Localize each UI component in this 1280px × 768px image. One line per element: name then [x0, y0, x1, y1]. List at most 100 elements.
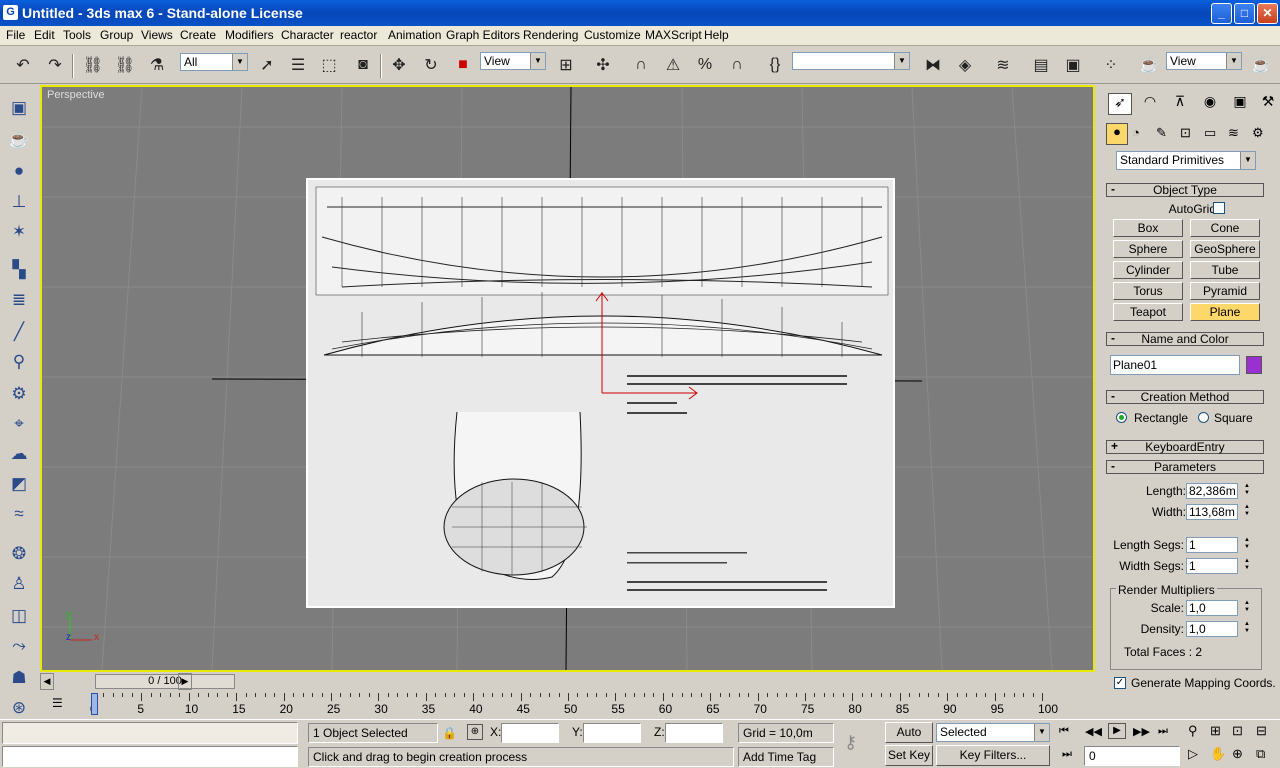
select-and-move-icon[interactable]: ✥ [386, 52, 412, 78]
cameras-category-icon[interactable]: ⊡ [1180, 125, 1191, 141]
tube-button[interactable]: Tube [1190, 261, 1260, 279]
maximize-viewport-icon[interactable]: ⧉ [1256, 746, 1265, 762]
y-coordinate-field[interactable] [583, 723, 641, 743]
creation-method-rollout[interactable]: - Creation Method [1106, 390, 1264, 404]
category-dropdown[interactable]: Standard Primitives ▼ [1116, 151, 1256, 170]
biped-icon[interactable]: ♙ [6, 571, 32, 597]
lights-category-icon[interactable]: ✎ [1156, 125, 1167, 141]
app-icon[interactable]: G [3, 5, 18, 20]
space-warp-icon[interactable]: ⌖ [6, 411, 32, 437]
create-box-icon[interactable]: ▣ [6, 95, 32, 121]
autogrid-checkbox[interactable] [1213, 202, 1225, 214]
density-spinner-icon[interactable]: ▲ ▼ [1242, 621, 1252, 637]
lock-icon[interactable]: 🔒 [442, 726, 457, 740]
zoom-all-icon[interactable]: ⊞ [1210, 723, 1221, 739]
go-to-end-icon[interactable]: ⏭ [1158, 725, 1168, 738]
menu-file[interactable]: File [6, 28, 25, 42]
wave-icon[interactable]: ≈ [6, 501, 32, 527]
next-frame-arrow-icon[interactable]: ▶ [178, 673, 192, 690]
display-tab-icon[interactable]: ▣ [1228, 93, 1252, 115]
set-key-button[interactable]: Set Key [885, 745, 933, 766]
perspective-viewport[interactable]: Perspective y z x [40, 85, 1095, 672]
geosphere-button[interactable]: GeoSphere [1190, 240, 1260, 258]
layer-manager-icon[interactable]: ≋ [990, 52, 1016, 78]
motion-tab-icon[interactable]: ◉ [1198, 93, 1222, 115]
open-mini-curve-editor-icon[interactable]: ☰ [52, 696, 70, 712]
soft-body-icon[interactable]: ☗ [6, 665, 32, 691]
zoom-extents-icon[interactable]: ⊡ [1232, 723, 1243, 739]
zoom-icon[interactable]: ⚲ [1188, 723, 1198, 739]
torus-button[interactable]: Torus [1113, 282, 1183, 300]
menu-create[interactable]: Create [180, 28, 216, 42]
menu-modifiers[interactable]: Modifiers [225, 28, 274, 42]
next-frame-icon[interactable]: ▶▶ [1133, 725, 1150, 738]
quick-render-icon[interactable]: ☕ [1248, 52, 1274, 78]
close-button[interactable]: ✕ [1257, 3, 1278, 24]
angle-snap-icon[interactable]: ⚠ [660, 52, 686, 78]
teapot-button[interactable]: Teapot [1113, 303, 1183, 321]
menu-graph-editors[interactable]: Graph Editors [446, 28, 520, 42]
menu-character[interactable]: Character [281, 28, 334, 42]
helpers-category-icon[interactable]: ▭ [1204, 125, 1216, 141]
width-segs-field[interactable]: 1 [1186, 558, 1238, 574]
frame-counter[interactable]: 0 / 100 [95, 674, 235, 689]
align-icon[interactable]: ◈ [952, 52, 978, 78]
undo-icon[interactable]: ↶ [10, 52, 36, 78]
keyboard-entry-rollout[interactable]: + KeyboardEntry [1106, 440, 1264, 454]
create-sphere-icon[interactable]: ● [6, 158, 32, 184]
render-scene-icon[interactable]: ☕ [1136, 52, 1162, 78]
maximize-button[interactable]: □ [1234, 3, 1255, 24]
pyramid-button[interactable]: Pyramid [1190, 282, 1260, 300]
object-type-rollout[interactable]: - Object Type [1106, 183, 1264, 197]
geometry-category-icon[interactable]: ● [1106, 123, 1128, 145]
go-to-start-icon[interactable]: ⏮ [1059, 725, 1069, 738]
width-field[interactable]: 113,68m [1186, 504, 1238, 520]
minimize-button[interactable]: _ [1211, 3, 1232, 24]
menu-maxscript[interactable]: MAXScript [645, 28, 702, 42]
utilities-tab-icon[interactable]: ⚒ [1256, 93, 1280, 115]
select-and-rotate-icon[interactable]: ↻ [418, 52, 444, 78]
generate-mapping-checkbox[interactable]: ✓ [1114, 677, 1126, 689]
menu-edit[interactable]: Edit [34, 28, 55, 42]
cloth-icon[interactable]: ◫ [6, 603, 32, 629]
select-by-name-icon[interactable]: ☰ [285, 52, 311, 78]
parameters-rollout[interactable]: - Parameters [1106, 460, 1264, 474]
material-editor-icon[interactable]: ⁘ [1098, 52, 1124, 78]
current-frame-field[interactable]: 0 [1084, 746, 1180, 766]
rectangular-selection-icon[interactable]: ⬚ [316, 52, 342, 78]
cylinder-tool-icon[interactable]: ⊛ [6, 695, 32, 721]
wind-icon[interactable]: ☁ [6, 441, 32, 467]
length-spinner-icon[interactable]: ▲ ▼ [1242, 483, 1252, 499]
window-crossing-icon[interactable]: ◙ [350, 52, 376, 78]
length-segs-spinner-icon[interactable]: ▲ ▼ [1242, 537, 1252, 553]
percent-snap-icon[interactable]: % [692, 52, 718, 78]
zoom-extents-all-icon[interactable]: ⊟ [1256, 723, 1267, 739]
maxscript-input[interactable] [2, 746, 298, 767]
create-helper-icon[interactable]: ✶ [6, 219, 32, 245]
plane-button[interactable]: Plane [1190, 303, 1260, 321]
play-icon[interactable]: ▶ [1108, 723, 1126, 739]
length-segs-field[interactable]: 1 [1186, 537, 1238, 553]
redo-icon[interactable]: ↷ [42, 52, 68, 78]
menu-group[interactable]: Group [100, 28, 133, 42]
curve-editor-icon[interactable]: ▤ [1028, 52, 1054, 78]
plane-object[interactable] [306, 178, 895, 608]
key-selection-dropdown[interactable]: Selected ▼ [936, 723, 1050, 742]
set-key-icon[interactable]: ⚷ [844, 732, 857, 753]
utility-gear-icon[interactable]: ⚙ [6, 381, 32, 407]
add-time-tag[interactable]: Add Time Tag [738, 747, 834, 767]
x-coordinate-field[interactable] [501, 723, 559, 743]
density-field[interactable]: 1,0 [1186, 621, 1238, 637]
menu-rendering[interactable]: Rendering [523, 28, 578, 42]
hierarchy-tab-icon[interactable]: ⊼ [1168, 93, 1192, 115]
scale-spinner-icon[interactable]: ▲ ▼ [1242, 600, 1252, 616]
create-light-icon[interactable]: ⊥ [6, 189, 32, 215]
select-and-link-icon[interactable]: ⛓ [80, 52, 106, 78]
previous-frame-icon[interactable]: ◀◀ [1085, 725, 1102, 738]
spinner-snap-icon[interactable]: ∩ [724, 52, 750, 78]
auto-key-button[interactable]: Auto Key [885, 722, 933, 758]
select-and-scale-icon[interactable]: ■ [450, 52, 476, 78]
prev-frame-arrow-icon[interactable]: ◀ [40, 673, 54, 690]
current-frame-marker[interactable] [91, 693, 98, 715]
maxscript-listener-mini[interactable] [2, 722, 298, 744]
